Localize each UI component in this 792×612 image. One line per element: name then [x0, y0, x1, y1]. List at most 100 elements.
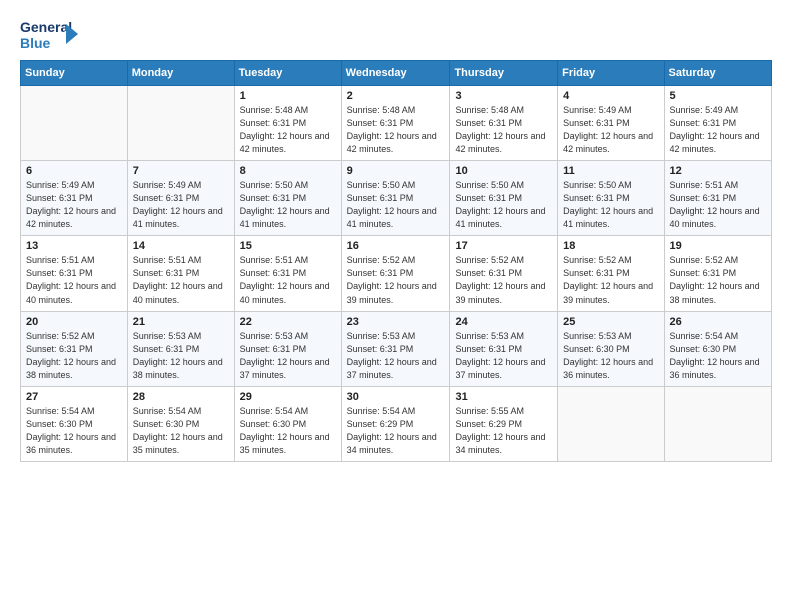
calendar-table: SundayMondayTuesdayWednesdayThursdayFrid… [20, 60, 772, 462]
calendar-cell: 31 Sunrise: 5:55 AM Sunset: 6:29 PM Dayli… [450, 386, 558, 461]
calendar-cell: 16 Sunrise: 5:52 AM Sunset: 6:31 PM Dayli… [341, 236, 450, 311]
calendar-cell [21, 86, 128, 161]
day-number: 10 [455, 165, 552, 177]
day-header-tuesday: Tuesday [234, 61, 341, 86]
day-detail: Sunrise: 5:49 AM Sunset: 6:31 PM Dayligh… [133, 179, 229, 231]
calendar-cell: 25 Sunrise: 5:53 AM Sunset: 6:30 PM Dayli… [558, 311, 664, 386]
day-detail: Sunrise: 5:53 AM Sunset: 6:31 PM Dayligh… [133, 330, 229, 382]
svg-text:Blue: Blue [20, 35, 51, 51]
day-detail: Sunrise: 5:54 AM Sunset: 6:30 PM Dayligh… [133, 405, 229, 457]
calendar-cell: 10Sunrise: 5:50 AM Sunset: 6:31 PM Dayli… [450, 161, 558, 236]
day-detail: Sunrise: 5:53 AM Sunset: 6:31 PM Dayligh… [347, 330, 445, 382]
day-number: 9 [347, 165, 445, 177]
day-detail: Sunrise: 5:54 AM Sunset: 6:30 PM Dayligh… [240, 405, 336, 457]
calendar-cell: 2 Sunrise: 5:48 AM Sunset: 6:31 PM Daylig… [341, 86, 450, 161]
day-detail: Sunrise: 5:51 AM Sunset: 6:31 PM Dayligh… [670, 179, 766, 231]
day-detail: Sunrise: 5:50 AM Sunset: 6:31 PM Dayligh… [347, 179, 445, 231]
day-header-monday: Monday [127, 61, 234, 86]
day-number: 2 [347, 90, 445, 102]
day-number: 25 [563, 316, 658, 328]
calendar-cell: 8 Sunrise: 5:50 AM Sunset: 6:31 PM Daylig… [234, 161, 341, 236]
calendar-cell [664, 386, 771, 461]
day-number: 29 [240, 391, 336, 403]
day-header-friday: Friday [558, 61, 664, 86]
day-header-thursday: Thursday [450, 61, 558, 86]
calendar-cell: 4Sunrise: 5:49 AM Sunset: 6:31 PM Daylig… [558, 86, 664, 161]
day-detail: Sunrise: 5:49 AM Sunset: 6:31 PM Dayligh… [26, 179, 122, 231]
calendar-cell: 15Sunrise: 5:51 AM Sunset: 6:31 PM Dayli… [234, 236, 341, 311]
day-header-saturday: Saturday [664, 61, 771, 86]
day-detail: Sunrise: 5:51 AM Sunset: 6:31 PM Dayligh… [133, 254, 229, 306]
day-header-sunday: Sunday [21, 61, 128, 86]
calendar-cell: 3 Sunrise: 5:48 AM Sunset: 6:31 PM Daylig… [450, 86, 558, 161]
day-detail: Sunrise: 5:51 AM Sunset: 6:31 PM Dayligh… [26, 254, 122, 306]
day-number: 30 [347, 391, 445, 403]
calendar-header-row: SundayMondayTuesdayWednesdayThursdayFrid… [21, 61, 772, 86]
day-detail: Sunrise: 5:53 AM Sunset: 6:31 PM Dayligh… [240, 330, 336, 382]
calendar-cell: 9 Sunrise: 5:50 AM Sunset: 6:31 PM Daylig… [341, 161, 450, 236]
calendar-cell: 18 Sunrise: 5:52 AM Sunset: 6:31 PM Dayli… [558, 236, 664, 311]
day-number: 27 [26, 391, 122, 403]
day-number: 14 [133, 240, 229, 252]
calendar-cell: 11Sunrise: 5:50 AM Sunset: 6:31 PM Dayli… [558, 161, 664, 236]
day-number: 26 [670, 316, 766, 328]
day-number: 18 [563, 240, 658, 252]
day-number: 16 [347, 240, 445, 252]
calendar-cell: 7 Sunrise: 5:49 AM Sunset: 6:31 PM Daylig… [127, 161, 234, 236]
day-number: 28 [133, 391, 229, 403]
day-number: 23 [347, 316, 445, 328]
calendar-week-row: 27 Sunrise: 5:54 AM Sunset: 6:30 PM Dayli… [21, 386, 772, 461]
day-number: 20 [26, 316, 122, 328]
day-detail: Sunrise: 5:53 AM Sunset: 6:30 PM Dayligh… [563, 330, 658, 382]
calendar-cell: 21 Sunrise: 5:53 AM Sunset: 6:31 PM Dayli… [127, 311, 234, 386]
logo: GeneralBlue [20, 16, 80, 52]
day-detail: Sunrise: 5:52 AM Sunset: 6:31 PM Dayligh… [455, 254, 552, 306]
calendar-cell: 13 Sunrise: 5:51 AM Sunset: 6:31 PM Dayli… [21, 236, 128, 311]
day-header-wednesday: Wednesday [341, 61, 450, 86]
calendar-cell [127, 86, 234, 161]
day-detail: Sunrise: 5:48 AM Sunset: 6:31 PM Dayligh… [240, 104, 336, 156]
day-detail: Sunrise: 5:55 AM Sunset: 6:29 PM Dayligh… [455, 405, 552, 457]
day-number: 8 [240, 165, 336, 177]
day-number: 1 [240, 90, 336, 102]
day-number: 31 [455, 391, 552, 403]
calendar-cell: 22Sunrise: 5:53 AM Sunset: 6:31 PM Dayli… [234, 311, 341, 386]
calendar-cell: 20 Sunrise: 5:52 AM Sunset: 6:31 PM Dayli… [21, 311, 128, 386]
day-number: 11 [563, 165, 658, 177]
calendar-cell: 28 Sunrise: 5:54 AM Sunset: 6:30 PM Dayli… [127, 386, 234, 461]
day-detail: Sunrise: 5:50 AM Sunset: 6:31 PM Dayligh… [240, 179, 336, 231]
calendar-cell: 26 Sunrise: 5:54 AM Sunset: 6:30 PM Dayli… [664, 311, 771, 386]
calendar-cell: 14 Sunrise: 5:51 AM Sunset: 6:31 PM Dayli… [127, 236, 234, 311]
day-detail: Sunrise: 5:51 AM Sunset: 6:31 PM Dayligh… [240, 254, 336, 306]
calendar-cell: 1 Sunrise: 5:48 AM Sunset: 6:31 PM Daylig… [234, 86, 341, 161]
day-number: 19 [670, 240, 766, 252]
svg-text:General: General [20, 19, 72, 35]
day-detail: Sunrise: 5:52 AM Sunset: 6:31 PM Dayligh… [26, 330, 122, 382]
day-number: 5 [670, 90, 766, 102]
calendar-cell: 24Sunrise: 5:53 AM Sunset: 6:31 PM Dayli… [450, 311, 558, 386]
day-detail: Sunrise: 5:48 AM Sunset: 6:31 PM Dayligh… [455, 104, 552, 156]
calendar-week-row: 6 Sunrise: 5:49 AM Sunset: 6:31 PM Daylig… [21, 161, 772, 236]
day-detail: Sunrise: 5:49 AM Sunset: 6:31 PM Dayligh… [563, 104, 658, 156]
calendar-cell: 29 Sunrise: 5:54 AM Sunset: 6:30 PM Dayli… [234, 386, 341, 461]
day-detail: Sunrise: 5:52 AM Sunset: 6:31 PM Dayligh… [347, 254, 445, 306]
day-detail: Sunrise: 5:52 AM Sunset: 6:31 PM Dayligh… [563, 254, 658, 306]
day-detail: Sunrise: 5:54 AM Sunset: 6:30 PM Dayligh… [670, 330, 766, 382]
header: GeneralBlue [20, 16, 772, 52]
calendar-cell: 27 Sunrise: 5:54 AM Sunset: 6:30 PM Dayli… [21, 386, 128, 461]
day-detail: Sunrise: 5:48 AM Sunset: 6:31 PM Dayligh… [347, 104, 445, 156]
calendar-week-row: 13 Sunrise: 5:51 AM Sunset: 6:31 PM Dayli… [21, 236, 772, 311]
calendar-week-row: 20 Sunrise: 5:52 AM Sunset: 6:31 PM Dayli… [21, 311, 772, 386]
calendar-cell: 12Sunrise: 5:51 AM Sunset: 6:31 PM Dayli… [664, 161, 771, 236]
day-number: 21 [133, 316, 229, 328]
day-detail: Sunrise: 5:49 AM Sunset: 6:31 PM Dayligh… [670, 104, 766, 156]
day-number: 13 [26, 240, 122, 252]
day-detail: Sunrise: 5:52 AM Sunset: 6:31 PM Dayligh… [670, 254, 766, 306]
day-number: 7 [133, 165, 229, 177]
calendar-cell: 5 Sunrise: 5:49 AM Sunset: 6:31 PM Daylig… [664, 86, 771, 161]
calendar-cell: 30Sunrise: 5:54 AM Sunset: 6:29 PM Dayli… [341, 386, 450, 461]
calendar-week-row: 1 Sunrise: 5:48 AM Sunset: 6:31 PM Daylig… [21, 86, 772, 161]
day-number: 6 [26, 165, 122, 177]
day-number: 3 [455, 90, 552, 102]
day-detail: Sunrise: 5:54 AM Sunset: 6:30 PM Dayligh… [26, 405, 122, 457]
